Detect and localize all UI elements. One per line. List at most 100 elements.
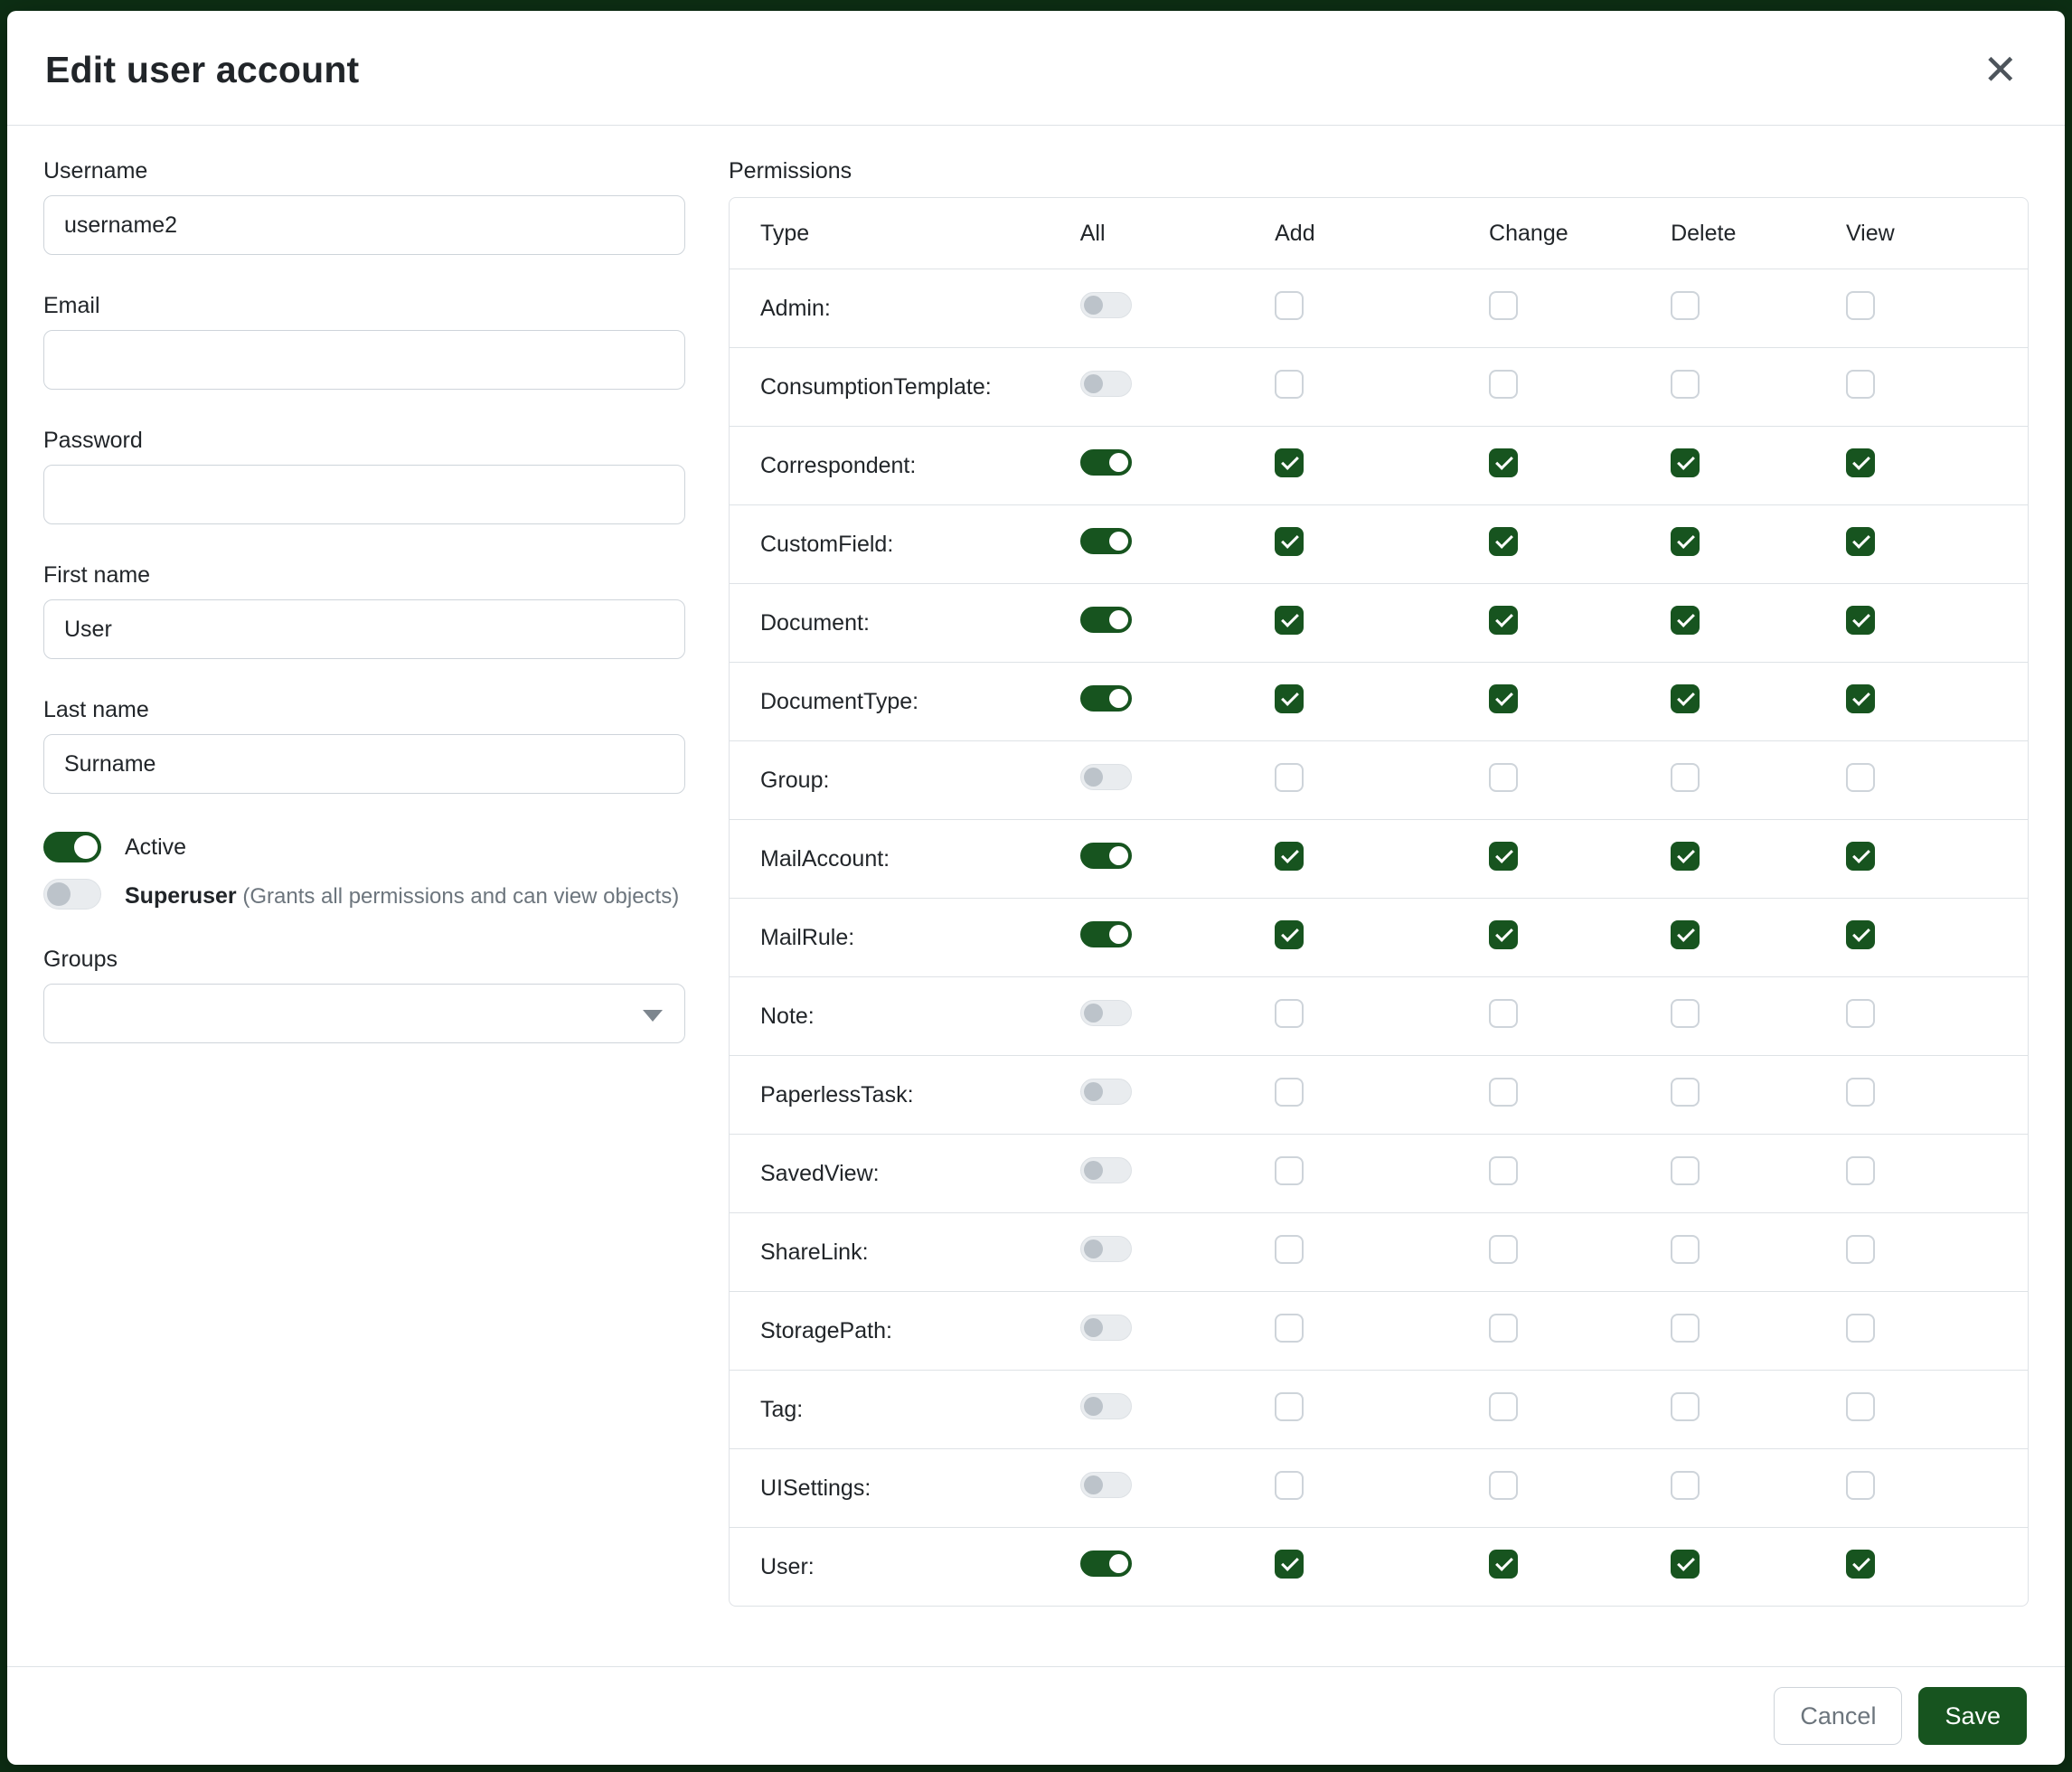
permission-change-checkbox[interactable] (1489, 842, 1518, 871)
permission-all-toggle[interactable] (1080, 449, 1132, 476)
permission-all-toggle[interactable] (1080, 843, 1132, 869)
permission-view-checkbox[interactable] (1846, 763, 1875, 792)
permission-all-toggle[interactable] (1080, 1393, 1132, 1419)
permission-change-checkbox[interactable] (1489, 1550, 1518, 1579)
permission-view-checkbox[interactable] (1846, 606, 1875, 635)
permission-change-checkbox[interactable] (1489, 684, 1518, 713)
permission-delete-checkbox[interactable] (1671, 842, 1700, 871)
permission-all-toggle[interactable] (1080, 921, 1132, 947)
permission-add-checkbox[interactable] (1275, 370, 1304, 399)
permission-add-checkbox[interactable] (1275, 527, 1304, 556)
permission-view-checkbox[interactable] (1846, 1078, 1875, 1107)
permission-delete-checkbox[interactable] (1671, 291, 1700, 320)
permission-add-checkbox[interactable] (1275, 1471, 1304, 1500)
permission-delete-checkbox[interactable] (1671, 370, 1700, 399)
permission-change-checkbox[interactable] (1489, 763, 1518, 792)
permission-delete-checkbox[interactable] (1671, 1471, 1700, 1500)
permission-add-checkbox[interactable] (1275, 763, 1304, 792)
permission-delete-checkbox[interactable] (1671, 1078, 1700, 1107)
first-name-label: First name (43, 562, 685, 589)
permission-view-checkbox[interactable] (1846, 527, 1875, 556)
permission-delete-checkbox[interactable] (1671, 527, 1700, 556)
permission-view-checkbox[interactable] (1846, 1392, 1875, 1421)
permission-change-checkbox[interactable] (1489, 1235, 1518, 1264)
superuser-toggle[interactable] (43, 879, 101, 910)
permission-change-checkbox[interactable] (1489, 920, 1518, 949)
last-name-field[interactable] (43, 734, 685, 794)
permission-view-checkbox[interactable] (1846, 370, 1875, 399)
permission-delete-checkbox[interactable] (1671, 763, 1700, 792)
permission-add-checkbox[interactable] (1275, 1235, 1304, 1264)
permission-change-checkbox[interactable] (1489, 527, 1518, 556)
permission-change-checkbox[interactable] (1489, 606, 1518, 635)
permission-add-checkbox[interactable] (1275, 1550, 1304, 1579)
permission-change-checkbox[interactable] (1489, 370, 1518, 399)
username-input[interactable] (43, 195, 685, 255)
permission-all-toggle[interactable] (1080, 528, 1132, 554)
permission-all-toggle[interactable] (1080, 685, 1132, 712)
permission-all-toggle[interactable] (1080, 371, 1132, 397)
permission-all-toggle[interactable] (1080, 1236, 1132, 1262)
permission-view-checkbox[interactable] (1846, 1314, 1875, 1343)
permission-all-toggle[interactable] (1080, 607, 1132, 633)
permission-change-checkbox[interactable] (1489, 1471, 1518, 1500)
first-name-field[interactable] (43, 599, 685, 659)
permission-delete-checkbox[interactable] (1671, 684, 1700, 713)
permission-add-checkbox[interactable] (1275, 291, 1304, 320)
permission-view-checkbox[interactable] (1846, 1471, 1875, 1500)
permission-add-checkbox[interactable] (1275, 1078, 1304, 1107)
permission-all-toggle[interactable] (1080, 1315, 1132, 1341)
groups-select[interactable] (43, 984, 685, 1043)
email-field[interactable] (43, 330, 685, 390)
permission-add-checkbox[interactable] (1275, 1314, 1304, 1343)
active-toggle[interactable] (43, 832, 101, 862)
permission-delete-checkbox[interactable] (1671, 1235, 1700, 1264)
permission-change-checkbox[interactable] (1489, 291, 1518, 320)
permission-view-checkbox[interactable] (1846, 999, 1875, 1028)
permission-row: Tag: (730, 1370, 2028, 1448)
permission-all-toggle[interactable] (1080, 1079, 1132, 1105)
permission-change-checkbox[interactable] (1489, 1314, 1518, 1343)
save-button[interactable]: Save (1918, 1687, 2027, 1745)
permission-change-checkbox[interactable] (1489, 999, 1518, 1028)
permission-delete-checkbox[interactable] (1671, 999, 1700, 1028)
permission-all-toggle[interactable] (1080, 292, 1132, 318)
permission-delete-checkbox[interactable] (1671, 920, 1700, 949)
permission-add-checkbox[interactable] (1275, 1392, 1304, 1421)
permission-change-checkbox[interactable] (1489, 448, 1518, 477)
permission-change-checkbox[interactable] (1489, 1078, 1518, 1107)
permission-view-checkbox[interactable] (1846, 842, 1875, 871)
permission-add-checkbox[interactable] (1275, 606, 1304, 635)
permission-view-checkbox[interactable] (1846, 920, 1875, 949)
permission-all-toggle[interactable] (1080, 1157, 1132, 1183)
permission-view-checkbox[interactable] (1846, 1156, 1875, 1185)
permission-delete-checkbox[interactable] (1671, 606, 1700, 635)
permission-view-checkbox[interactable] (1846, 1235, 1875, 1264)
permission-view-checkbox[interactable] (1846, 448, 1875, 477)
permission-view-checkbox[interactable] (1846, 684, 1875, 713)
permission-add-checkbox[interactable] (1275, 999, 1304, 1028)
permission-view-checkbox[interactable] (1846, 1550, 1875, 1579)
permission-add-checkbox[interactable] (1275, 920, 1304, 949)
permission-all-toggle[interactable] (1080, 1550, 1132, 1577)
permission-delete-checkbox[interactable] (1671, 1314, 1700, 1343)
permission-view-checkbox[interactable] (1846, 291, 1875, 320)
permission-change-checkbox[interactable] (1489, 1156, 1518, 1185)
permission-add-checkbox[interactable] (1275, 448, 1304, 477)
permission-change-checkbox[interactable] (1489, 1392, 1518, 1421)
username-group: Username (43, 158, 685, 255)
permission-all-toggle[interactable] (1080, 1472, 1132, 1498)
permission-delete-checkbox[interactable] (1671, 1156, 1700, 1185)
permission-add-checkbox[interactable] (1275, 1156, 1304, 1185)
permission-all-toggle[interactable] (1080, 764, 1132, 790)
close-button[interactable]: ✕ (1975, 45, 2025, 94)
permission-delete-checkbox[interactable] (1671, 1550, 1700, 1579)
permission-add-checkbox[interactable] (1275, 684, 1304, 713)
cancel-button[interactable]: Cancel (1774, 1687, 1902, 1745)
permission-add-checkbox[interactable] (1275, 842, 1304, 871)
permission-all-toggle[interactable] (1080, 1000, 1132, 1026)
modal-header: Edit user account ✕ (7, 11, 2065, 126)
permission-delete-checkbox[interactable] (1671, 1392, 1700, 1421)
permission-delete-checkbox[interactable] (1671, 448, 1700, 477)
password-field[interactable] (43, 465, 685, 524)
